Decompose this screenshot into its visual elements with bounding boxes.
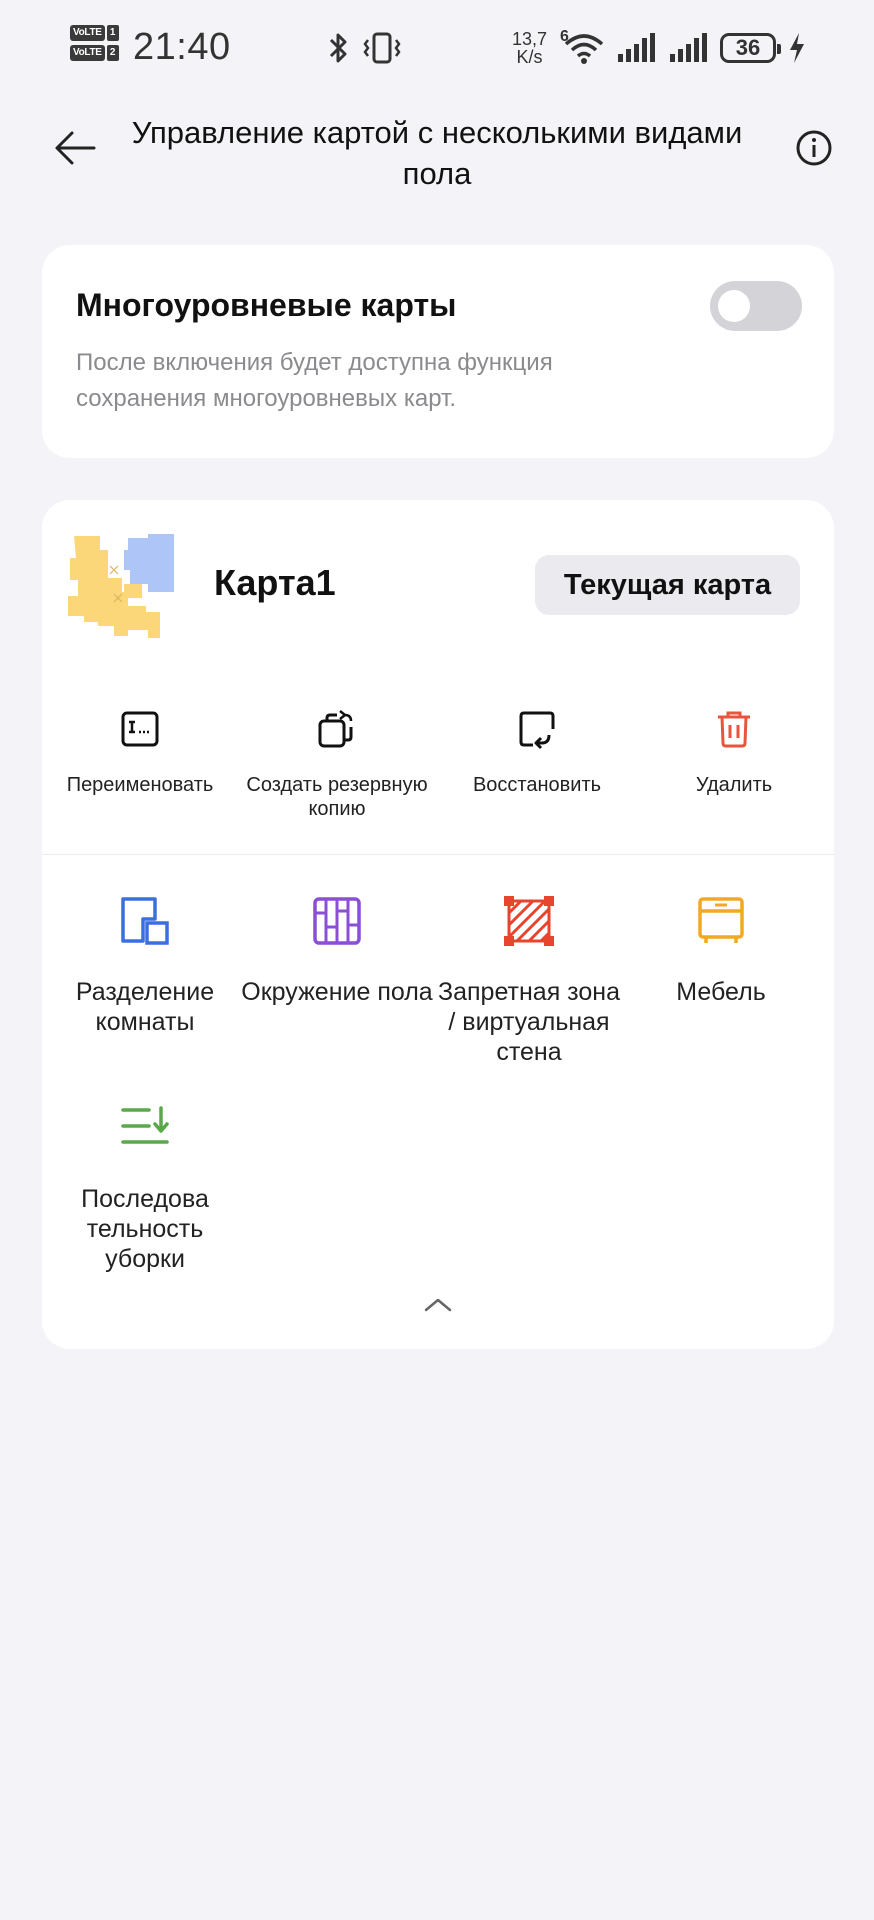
tool-label: Последова тельность уборки [81,1185,209,1273]
tool-label: Мебель [676,978,766,1006]
back-arrow-icon[interactable] [50,122,102,174]
floor-material-icon [313,897,361,945]
action-label: Создать резервную копию [246,774,428,820]
wifi-icon: 6 [560,28,604,66]
room-split-button[interactable]: Разделение комнаты [49,895,241,1037]
no-go-zone-button[interactable]: Запретная зона / виртуальная стена [433,895,625,1067]
furniture-icon [698,897,744,943]
cleaning-sequence-button[interactable]: Последова тельность уборки [49,1102,241,1274]
sim-indicators: VoLTE 1 VoLTE 2 [70,25,122,65]
status-icons-right: 6 36 [560,28,806,66]
delete-button[interactable]: Удалить [634,707,834,797]
multilevel-maps-card: Многоуровневые карты После включения буд… [42,245,834,458]
sim2-indicator: VoLTE 2 [70,45,122,61]
trash-icon [718,711,750,748]
restore-icon [519,711,555,750]
clock: 21:40 [133,26,231,68]
chevron-up-icon[interactable] [418,1292,458,1318]
network-speed: 13,7 K/s [512,30,547,66]
action-label: Восстановить [472,774,602,796]
multilevel-description: После включения будет доступна функция с… [76,349,553,412]
sim-number: 2 [106,45,119,61]
map-card: Карта1 Текущая карта Переименовать Созда… [42,500,834,1349]
rename-icon [121,711,159,747]
room-split-icon [121,897,169,945]
app-header: Управление картой с несколькими видами п… [0,100,874,200]
charging-icon [790,33,804,63]
no-go-zone-icon [504,896,554,946]
multilevel-toggle[interactable] [710,281,802,331]
status-bar: VoLTE 1 VoLTE 2 21:40 13,7 K/s 6 36 [0,0,874,100]
battery-icon: 36 [720,33,781,63]
backup-icon [318,710,353,748]
current-map-button[interactable]: Текущая карта [535,555,800,615]
sim-number: 1 [106,25,119,41]
tool-label: Окружение пола [241,978,433,1006]
signal-icon [670,33,707,62]
tool-label: Разделение комнаты [75,978,215,1036]
action-label: Переименовать [66,774,214,796]
map-name: Карта1 [214,562,336,603]
toggle-knob [718,290,750,322]
cleaning-sequence-icon [121,1106,169,1144]
speed-unit: K/s [516,47,543,67]
multilevel-title: Многоуровневые карты [76,287,457,323]
vibrate-icon [363,32,401,64]
section-divider [42,854,834,855]
bluetooth-icon [329,33,347,63]
rename-button[interactable]: Переименовать [40,707,240,797]
action-label: Удалить [695,774,773,796]
sim1-indicator: VoLTE 1 [70,25,122,41]
furniture-button[interactable]: Мебель [625,895,817,1007]
backup-button[interactable]: Создать резервную копию [237,707,437,821]
status-icons [326,30,402,66]
map-thumbnail[interactable] [64,530,188,644]
floor-material-button[interactable]: Окружение пола [241,895,433,1007]
signal-icon [618,33,655,62]
volte-badge: VoLTE [70,45,105,61]
info-icon[interactable] [794,128,834,168]
tool-label: Запретная зона / виртуальная стена [438,978,620,1066]
restore-button[interactable]: Восстановить [437,707,637,797]
volte-badge: VoLTE [70,25,105,41]
speed-value: 13,7 [512,29,548,49]
page-title: Управление картой с несколькими видами п… [131,115,743,191]
